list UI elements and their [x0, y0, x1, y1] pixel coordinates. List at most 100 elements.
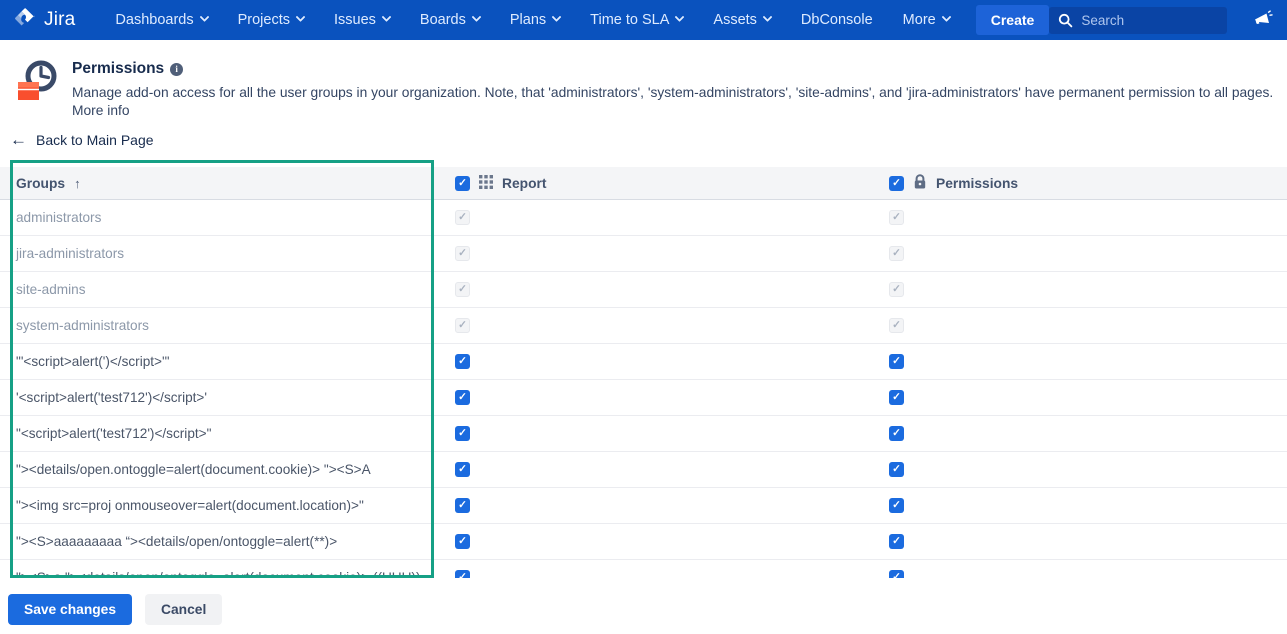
group-name: system-administrators [16, 317, 149, 333]
group-name: '<script>alert('test712')</script>' [16, 389, 207, 405]
chevron-down-icon [674, 11, 685, 22]
header-text-group: Permissions i Manage add-on access for a… [72, 56, 1273, 118]
report-header-label: Report [502, 175, 547, 191]
table-row: "'<script>alert(')</script>'" [0, 344, 1287, 380]
permissions-checkbox[interactable] [889, 462, 904, 477]
announcements-icon[interactable] [1252, 9, 1274, 31]
footer-actions: Save changes Cancel [8, 594, 223, 625]
permissions-header-label: Permissions [936, 175, 1019, 191]
nav-item-assets[interactable]: Assets [713, 11, 773, 28]
chevron-down-icon [762, 11, 773, 22]
permissions-checkbox [889, 210, 904, 225]
permissions-checkbox[interactable] [889, 426, 904, 441]
nav-item-dbconsole[interactable]: DbConsole [801, 12, 873, 28]
group-name: "><S>aaaaaaaaa “><details/open/ontoggle=… [16, 533, 338, 549]
chevron-down-icon [199, 11, 210, 22]
table-body: administrators jira-administrators site-… [0, 200, 1287, 578]
report-checkbox [455, 318, 470, 333]
grid-icon [479, 174, 493, 192]
search-input[interactable] [1049, 6, 1228, 34]
nav-menu: Dashboards Projects Issues Boards Plans … [115, 11, 952, 28]
chevron-down-icon [941, 11, 952, 22]
table-row: "><details/open.ontoggle=alert(document.… [0, 452, 1287, 488]
search-box [1049, 6, 1228, 34]
nav-right: ? [1049, 6, 1287, 34]
back-arrow-icon: ← [10, 130, 27, 149]
group-name: administrators [16, 209, 102, 225]
permissions-checkbox[interactable] [889, 354, 904, 369]
jira-logo[interactable]: Jira [0, 6, 75, 35]
table-row: administrators [0, 200, 1287, 236]
report-select-all-checkbox[interactable] [455, 175, 470, 191]
permissions-checkbox[interactable] [889, 570, 904, 578]
addon-clock-package-icon [14, 56, 62, 104]
permissions-checkbox[interactable] [889, 498, 904, 513]
table-row: system-administrators [0, 308, 1287, 344]
table-row: "><S>aaaaaaaaa “><details/open/ontoggle=… [0, 524, 1287, 560]
report-column-header: Report [455, 174, 889, 192]
group-name: "'<script>alert(')</script>'" [16, 353, 170, 369]
report-checkbox[interactable] [455, 390, 470, 405]
table-row: "<script>alert('test712')</script>" [0, 416, 1287, 452]
groups-header-label: Groups [16, 175, 66, 191]
group-name: site-admins [16, 281, 86, 297]
table-header-row: Groups ↑ Report [0, 167, 1287, 200]
permissions-checkbox[interactable] [889, 390, 904, 405]
more-info-link[interactable]: More info [72, 103, 1273, 118]
permissions-table: Groups ↑ Report [0, 167, 1287, 578]
table-row: "><S>a "><details/open/ontoggle=alert(do… [0, 560, 1287, 578]
nav-item-boards[interactable]: Boards [420, 11, 482, 28]
group-name: "><img src=proj onmouseover=alert(docume… [16, 497, 364, 513]
report-checkbox[interactable] [455, 354, 470, 369]
permissions-select-all-checkbox[interactable] [889, 175, 904, 191]
page-title: Permissions [72, 60, 165, 77]
permissions-column-header: Permissions [889, 173, 1287, 193]
info-icon[interactable]: i [170, 62, 184, 76]
report-checkbox [455, 210, 470, 225]
nav-item-plans[interactable]: Plans [510, 11, 562, 28]
chevron-down-icon [551, 11, 562, 22]
permissions-checkbox [889, 318, 904, 333]
nav-item-projects[interactable]: Projects [238, 11, 306, 28]
lock-icon [913, 173, 927, 193]
report-checkbox[interactable] [455, 426, 470, 441]
groups-column-header[interactable]: Groups ↑ [0, 176, 455, 191]
table-row: jira-administrators [0, 236, 1287, 272]
table-row: '<script>alert('test712')</script>' [0, 380, 1287, 416]
nav-item-more[interactable]: More [903, 11, 952, 28]
create-button[interactable]: Create [975, 5, 1050, 35]
permissions-checkbox [889, 282, 904, 297]
nav-item-issues[interactable]: Issues [334, 11, 392, 28]
group-name: "><details/open.ontoggle=alert(document.… [16, 461, 371, 477]
jira-logo-text: Jira [44, 9, 76, 30]
navbar: Jira Dashboards Projects Issues Boards P… [0, 0, 1287, 40]
group-name: "<script>alert('test712')</script>" [16, 425, 212, 441]
page-description: Manage add-on access for all the user gr… [72, 85, 1274, 100]
group-name: "><S>a "><details/open/ontoggle=alert(do… [16, 569, 421, 579]
chevron-down-icon [381, 11, 392, 22]
page: Jira Dashboards Projects Issues Boards P… [0, 0, 1287, 634]
report-checkbox [455, 246, 470, 261]
back-to-main-page-link[interactable]: ← Back to Main Page [10, 131, 154, 148]
nav-item-time-to-sla[interactable]: Time to SLA [590, 11, 685, 28]
report-checkbox[interactable] [455, 570, 470, 578]
cancel-button[interactable]: Cancel [145, 594, 223, 625]
app-header: Permissions i Manage add-on access for a… [14, 56, 1273, 118]
nav-item-dashboards[interactable]: Dashboards [115, 11, 210, 28]
table-row: "><img src=proj onmouseover=alert(docume… [0, 488, 1287, 524]
search-icon [1058, 13, 1073, 33]
report-checkbox[interactable] [455, 462, 470, 477]
permissions-checkbox [889, 246, 904, 261]
jira-logo-icon [13, 6, 37, 35]
back-link-label: Back to Main Page [36, 131, 154, 148]
save-changes-button[interactable]: Save changes [8, 594, 133, 625]
group-name: jira-administrators [16, 245, 125, 261]
table-row: site-admins [0, 272, 1287, 308]
report-checkbox[interactable] [455, 498, 470, 513]
chevron-down-icon [295, 11, 306, 22]
report-checkbox[interactable] [455, 534, 470, 549]
permissions-checkbox[interactable] [889, 534, 904, 549]
chevron-down-icon [471, 11, 482, 22]
report-checkbox [455, 282, 470, 297]
sort-ascending-icon: ↑ [74, 175, 81, 191]
